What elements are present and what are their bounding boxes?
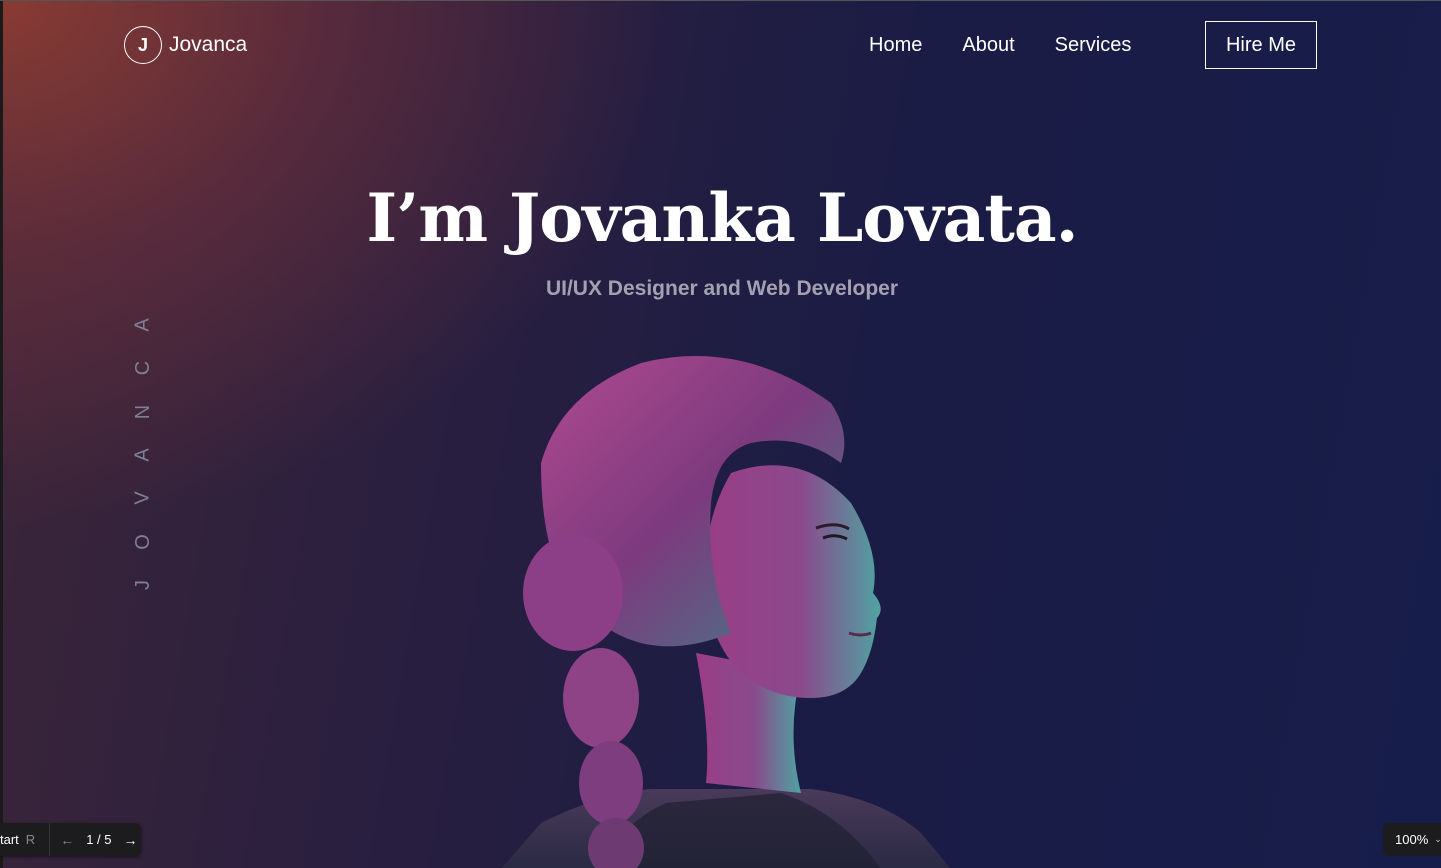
vertical-letter: N [131,404,154,419]
vertical-letter: V [132,491,154,505]
vertical-letter: A [132,448,154,462]
logo-monogram: J [124,26,162,64]
vertical-letter: A [132,318,154,332]
start-shortcut-key: R [25,832,36,847]
zoom-level: 100% [1395,832,1429,847]
vertical-letter: C [131,361,154,376]
hero-subtitle: UI/UX Designer and Web Developer [545,277,899,300]
page-indicator: 1 / 5 [86,832,112,847]
main-nav: Home About Services [869,34,1171,57]
zoom-control[interactable]: 100% ⌄ [1383,823,1441,856]
portrait-image [501,356,951,868]
nav-services[interactable]: Services [1055,34,1132,57]
nav-about[interactable]: About [962,34,1014,57]
vertical-name-text: J O V A N C A [129,315,157,595]
vertical-letter: J [132,579,154,590]
brand-logo[interactable]: J Jovanca [124,26,247,64]
window-edge [0,0,3,868]
chevron-down-icon: ⌄ [1434,834,1441,844]
start-button[interactable]: tart R [0,832,43,847]
presentation-toolbar: tart R ← 1 / 5 → [0,823,142,856]
vertical-letter: O [132,533,154,550]
hero-section: J Jovanca Home About Services Hire Me I’… [3,1,1441,868]
prev-arrow-icon[interactable]: ← [56,832,78,848]
next-arrow-icon[interactable]: → [119,832,141,848]
hero-title: I’m Jovanka Lovata. [366,179,1078,257]
nav-home[interactable]: Home [869,34,922,57]
toolbar-divider [49,823,51,856]
start-label: tart [0,832,19,847]
logo-name: Jovanca [169,33,248,56]
window-edge-top [0,0,1441,1]
hire-me-button[interactable]: Hire Me [1205,21,1317,69]
